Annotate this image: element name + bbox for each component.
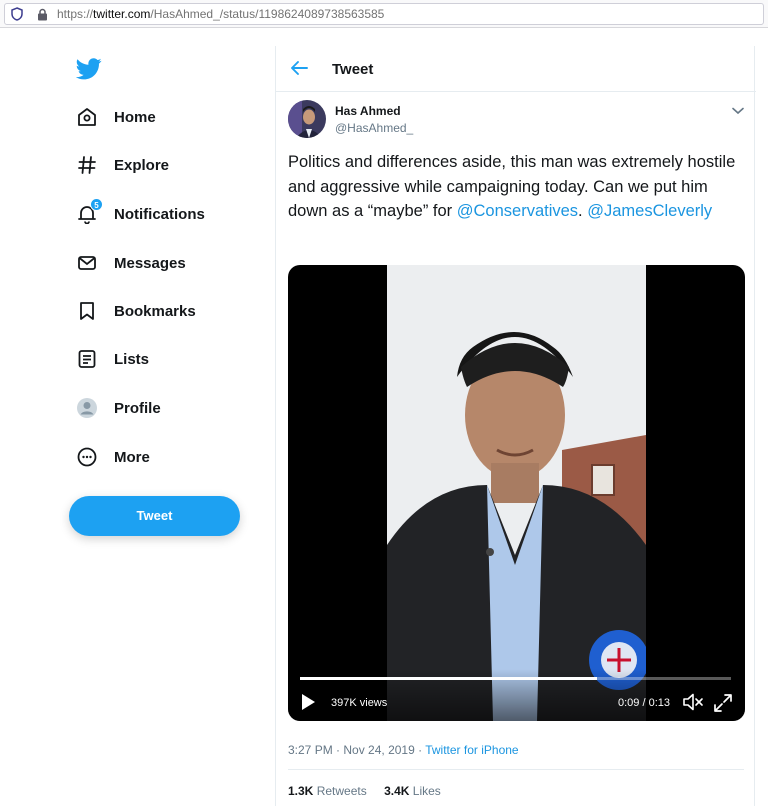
- sidebar-item-messages[interactable]: Messages: [76, 247, 186, 279]
- home-icon: [76, 106, 98, 128]
- hashtag-icon: [76, 154, 98, 176]
- sidebar-item-notifications[interactable]: 5 Notifications: [76, 198, 205, 230]
- more-icon: [76, 446, 98, 468]
- sidebar-item-more[interactable]: More: [76, 441, 150, 473]
- divider: [288, 769, 744, 770]
- author-avatar[interactable]: [288, 100, 326, 138]
- page-title: Tweet: [332, 61, 374, 78]
- video-player[interactable]: 397K views 0:09 / 0:13: [288, 265, 745, 721]
- main-column: Tweet Has Ahmed @HasAhmed_ Politics and …: [275, 46, 756, 806]
- mention-link[interactable]: @Conservatives: [457, 202, 578, 220]
- author-name[interactable]: Has Ahmed: [335, 104, 401, 118]
- profile-icon: [76, 397, 98, 419]
- bookmark-icon: [76, 300, 98, 322]
- likes-stat[interactable]: 3.4K Likes: [384, 784, 441, 798]
- sidebar-item-label: Home: [114, 108, 156, 126]
- tweet-metadata: 3:27 PM · Nov 24, 2019 · Twitter for iPh…: [288, 743, 519, 757]
- browser-url-bar: https://twitter.com/HasAhmed_/status/119…: [0, 0, 768, 28]
- author-handle[interactable]: @HasAhmed_: [335, 121, 413, 135]
- sidebar-item-lists[interactable]: Lists: [76, 343, 149, 375]
- back-arrow-icon[interactable]: [290, 60, 310, 78]
- volume-muted-icon[interactable]: [682, 693, 704, 711]
- sidebar-item-bookmarks[interactable]: Bookmarks: [76, 295, 196, 327]
- sidebar-item-label: More: [114, 448, 150, 466]
- video-progress-bar[interactable]: [300, 677, 731, 680]
- fullscreen-icon[interactable]: [713, 693, 733, 713]
- tweet-text: Politics and differences aside, this man…: [288, 153, 736, 220]
- lock-icon[interactable]: [35, 7, 49, 21]
- retweets-stat[interactable]: 1.3K Retweets: [288, 784, 367, 798]
- sidebar-item-label: Profile: [114, 399, 161, 417]
- page-header: Tweet: [276, 46, 756, 92]
- sidebar-item-label: Explore: [114, 156, 170, 174]
- twitter-logo-icon[interactable]: [75, 58, 102, 80]
- tweet-date[interactable]: Nov 24, 2019: [343, 743, 414, 757]
- video-view-count: 397K views: [331, 697, 388, 709]
- sidebar-item-home[interactable]: Home: [76, 101, 156, 133]
- tweet-client-link[interactable]: Twitter for iPhone: [425, 743, 518, 757]
- mention-link[interactable]: @JamesCleverly: [587, 202, 712, 220]
- tweet-time[interactable]: 3:27 PM: [288, 743, 333, 757]
- compose-tweet-button[interactable]: Tweet: [69, 496, 240, 536]
- tracking-shield-icon[interactable]: [9, 6, 25, 22]
- list-icon: [76, 348, 98, 370]
- tweet-stats: 1.3K Retweets 3.4K Likes: [288, 784, 455, 798]
- video-timecode: 0:09 / 0:13: [618, 697, 671, 709]
- url-text[interactable]: https://twitter.com/HasAhmed_/status/119…: [57, 7, 384, 21]
- notification-count-badge: 5: [90, 198, 103, 211]
- video-progress-fill: [300, 677, 598, 680]
- left-sidebar: Home Explore 5 Notifications Messages Bo…: [0, 46, 275, 806]
- envelope-icon: [76, 252, 98, 274]
- sidebar-item-label: Bookmarks: [114, 302, 196, 320]
- video-frame: [387, 265, 649, 721]
- address-field[interactable]: https://twitter.com/HasAhmed_/status/119…: [4, 3, 764, 25]
- sidebar-item-profile[interactable]: Profile: [76, 392, 161, 424]
- sidebar-item-label: Lists: [114, 350, 150, 368]
- bell-icon: 5: [76, 198, 103, 225]
- sidebar-item-label: Notifications: [114, 205, 205, 223]
- play-icon[interactable]: [300, 693, 316, 711]
- sidebar-item-explore[interactable]: Explore: [76, 149, 169, 181]
- chevron-down-icon[interactable]: [732, 102, 746, 115]
- sidebar-item-label: Messages: [114, 254, 186, 272]
